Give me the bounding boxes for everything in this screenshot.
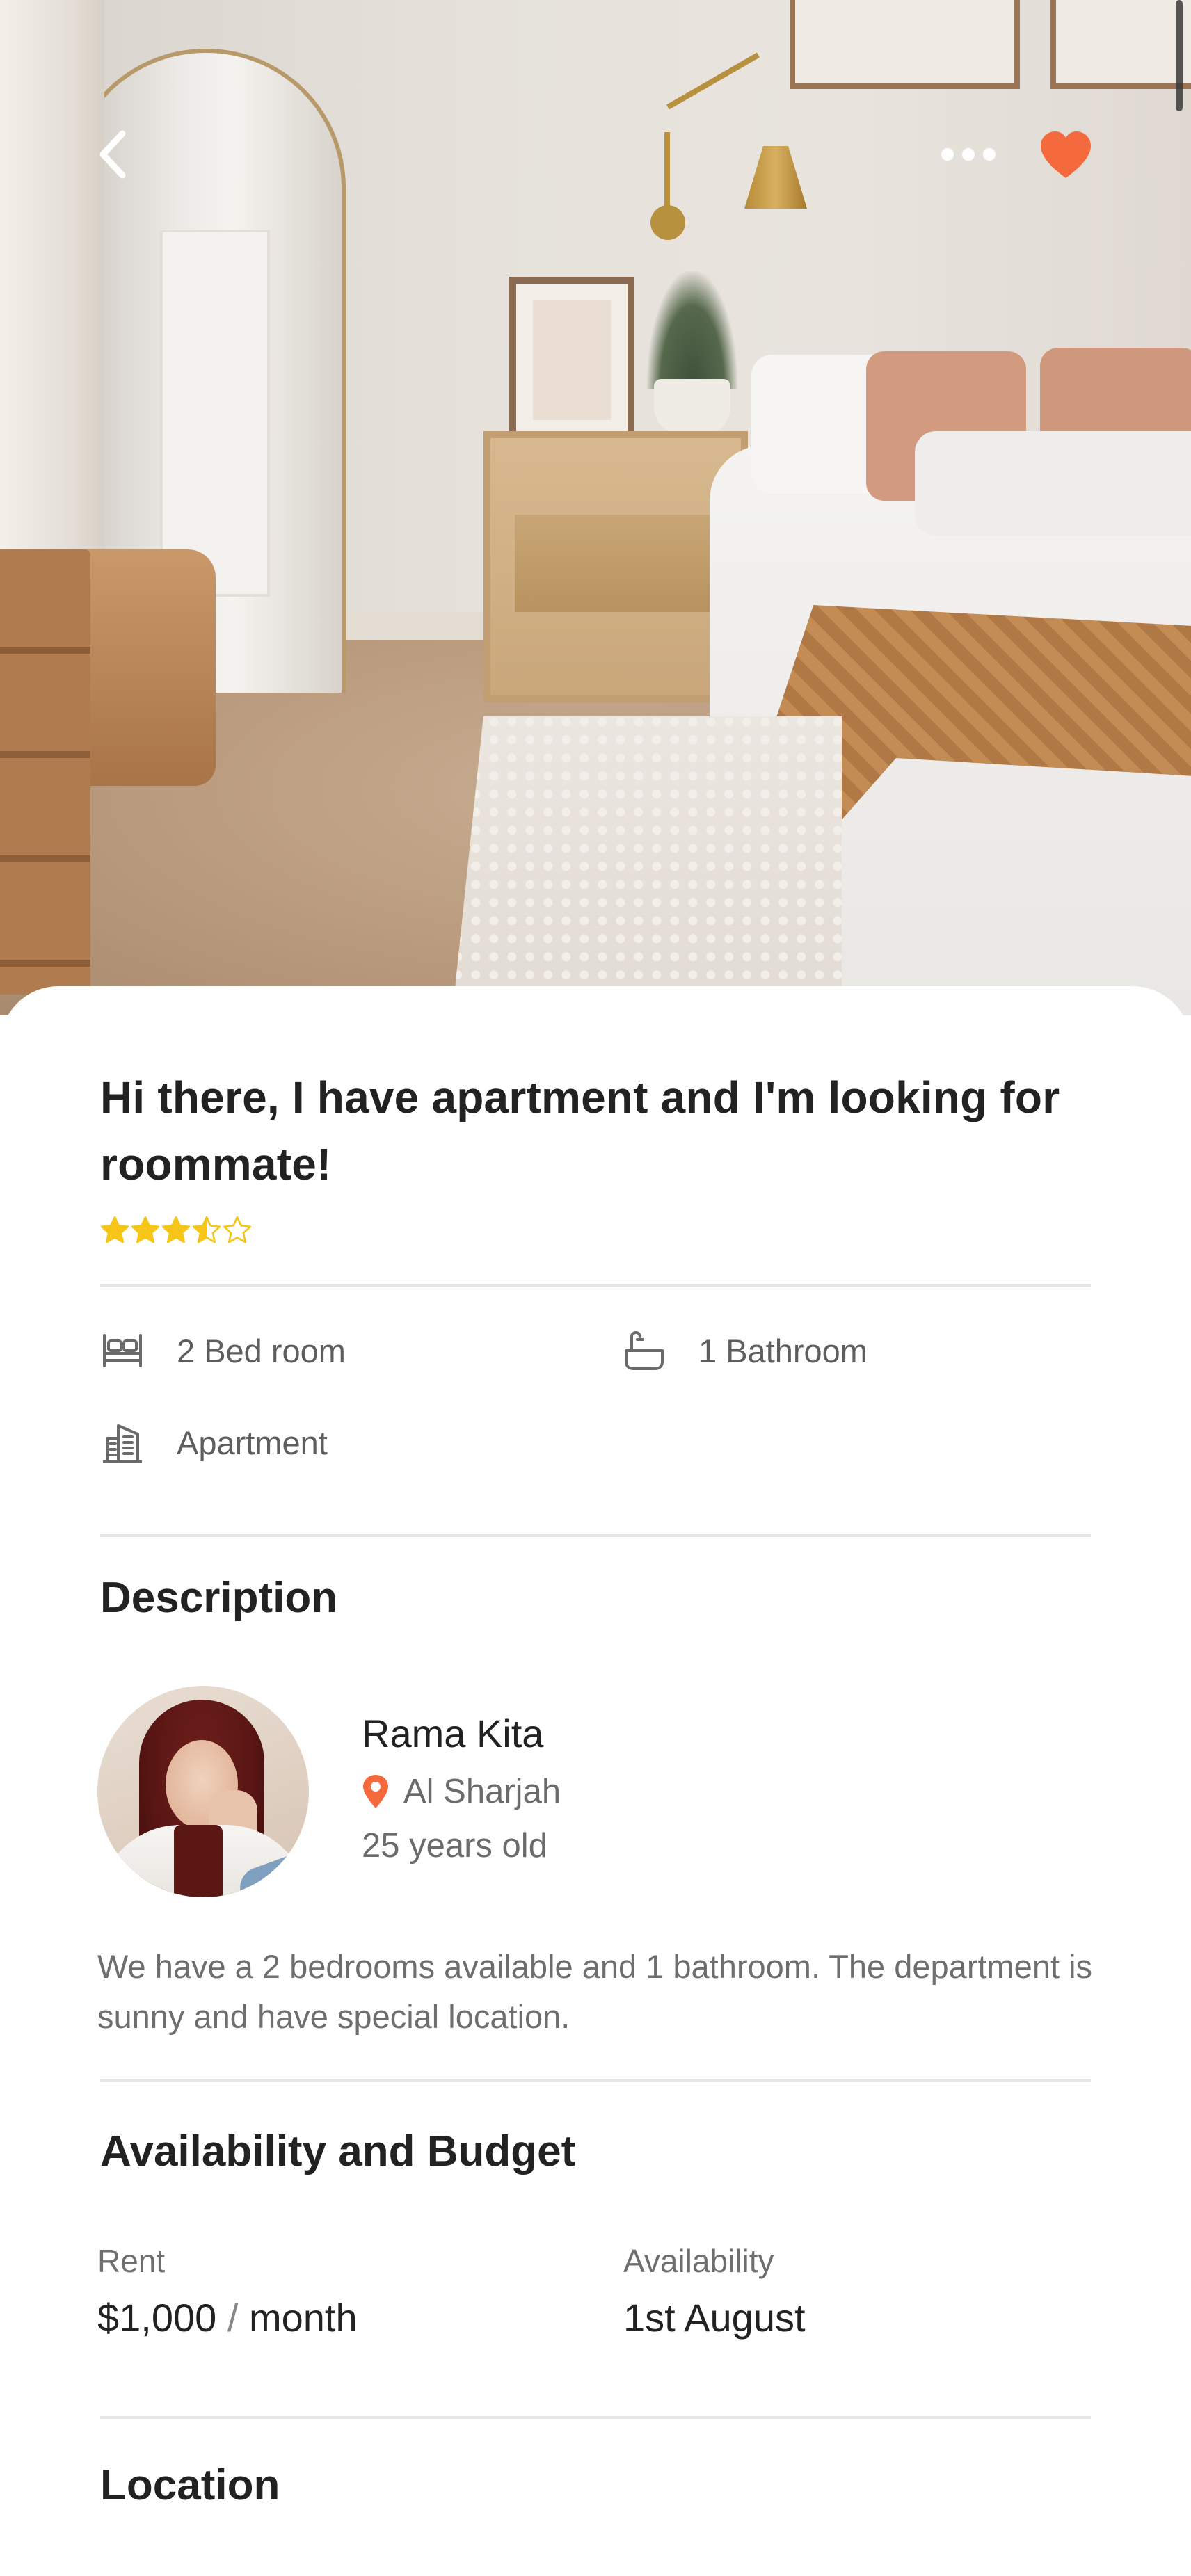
scrollbar-thumb[interactable] xyxy=(1176,0,1183,111)
chevron-left-icon xyxy=(99,130,126,179)
divider xyxy=(100,2079,1091,2082)
availability-heading: Availability and Budget xyxy=(100,2127,576,2175)
description-heading: Description xyxy=(100,1574,338,1622)
host-age: 25 years old xyxy=(362,1827,547,1865)
rent-label: Rent xyxy=(97,2243,166,2279)
star-half-icon xyxy=(192,1216,221,1243)
favorite-button[interactable] xyxy=(1030,125,1102,184)
rent-period: month xyxy=(248,2296,358,2340)
star-empty-icon xyxy=(223,1216,252,1243)
building-icon xyxy=(100,1422,145,1463)
feature-type-label: Apartment xyxy=(177,1424,328,1461)
more-horizontal-icon xyxy=(941,148,996,161)
feature-bathrooms: 1 Bathroom xyxy=(622,1330,868,1371)
rent-value: $1,000 / month xyxy=(97,2295,358,2340)
host-location-text: Al Sharjah xyxy=(403,1773,561,1810)
heart-filled-icon xyxy=(1041,131,1091,178)
divider xyxy=(100,2416,1091,2419)
rent-amount: $1,000 xyxy=(97,2296,217,2340)
star-rating xyxy=(100,1216,252,1243)
more-options-button[interactable] xyxy=(932,132,1005,177)
divider xyxy=(100,1284,1091,1287)
back-button[interactable] xyxy=(83,125,142,184)
host-name: Rama Kita xyxy=(362,1712,544,1755)
star-filled-icon xyxy=(131,1216,160,1243)
star-filled-icon xyxy=(100,1216,129,1243)
bathtub-icon xyxy=(622,1330,666,1371)
bed-icon xyxy=(100,1330,145,1371)
star-filled-icon xyxy=(161,1216,191,1243)
listing-title: Hi there, I have apartment and I'm looki… xyxy=(100,1072,1060,1189)
host-location: Al Sharjah xyxy=(362,1772,561,1811)
location-heading: Location xyxy=(100,2461,280,2509)
rent-separator: / xyxy=(227,2296,239,2340)
map-pin-icon xyxy=(363,1775,388,1808)
divider xyxy=(100,1534,1091,1537)
listing-photo xyxy=(0,0,1191,1015)
avatar[interactable] xyxy=(97,1686,309,1897)
feature-bedrooms-label: 2 Bed room xyxy=(177,1332,346,1369)
feature-type: Apartment xyxy=(100,1422,328,1463)
availability-value: 1st August xyxy=(623,2296,806,2340)
availability-label: Availability xyxy=(623,2243,774,2279)
description-text: We have a 2 bedrooms available and 1 bat… xyxy=(97,1948,1093,2035)
feature-bathrooms-label: 1 Bathroom xyxy=(698,1332,868,1369)
feature-bedrooms: 2 Bed room xyxy=(100,1330,346,1371)
